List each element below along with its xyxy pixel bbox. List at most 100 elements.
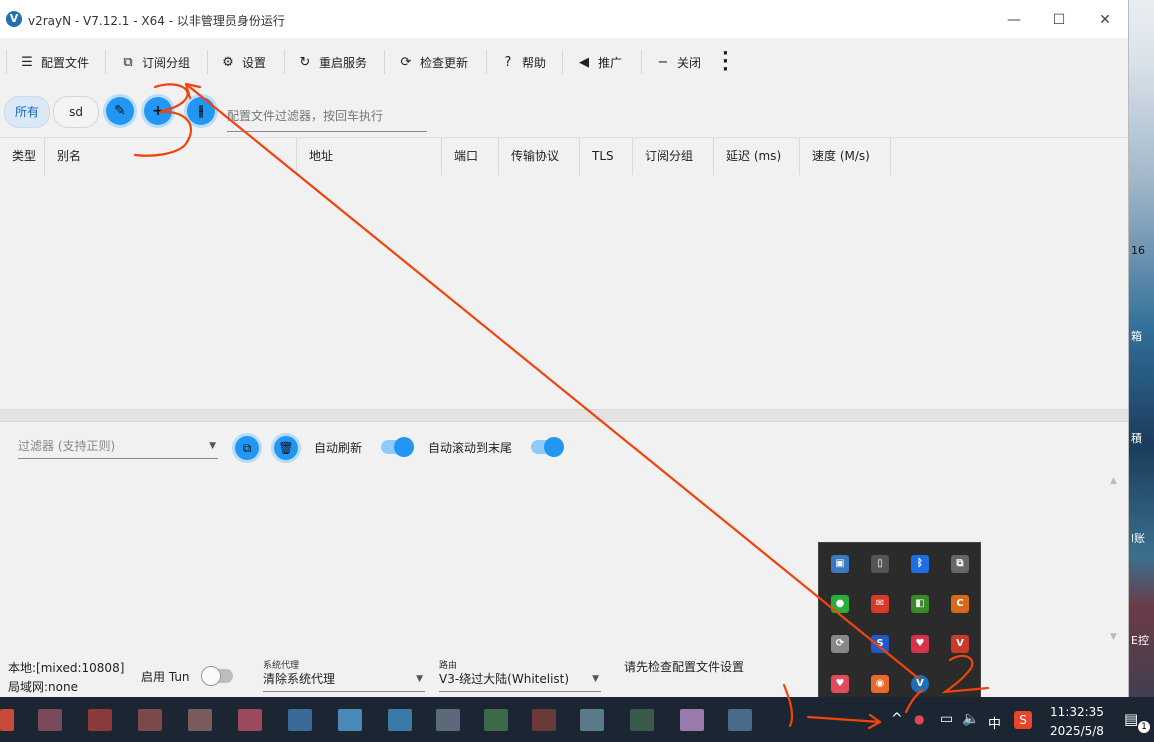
promote-label: 推广 [598, 55, 623, 70]
col-port[interactable]: 端口 [442, 138, 499, 175]
scroll-down-icon[interactable]: ▼ [1110, 632, 1117, 642]
ccb-icon[interactable]: C [951, 595, 969, 613]
taskbar-app[interactable] [728, 709, 752, 731]
s-app-icon[interactable]: S [871, 635, 889, 653]
taskbar-app[interactable] [680, 709, 704, 731]
network-monitor-icon[interactable]: ▣ [831, 555, 849, 573]
chip-sd[interactable]: sd [53, 96, 99, 128]
status-message: 请先检查配置文件设置 [624, 660, 745, 674]
ime-indicator[interactable]: 中 [988, 713, 1001, 732]
restart-icon: ↻ [299, 54, 311, 70]
toolbar-grip [6, 50, 7, 74]
speaker-icon: ◀ [579, 54, 589, 70]
gear-icon: ⚙ [222, 54, 234, 70]
taskbar-app[interactable] [238, 709, 262, 731]
v2rayn-logo-icon: V [6, 11, 22, 27]
tun-label: 启用 Tun [141, 670, 190, 684]
scroll-up-icon[interactable]: ▲ [1110, 476, 1117, 486]
taskbar-app[interactable] [436, 709, 460, 731]
sub-groups-button[interactable]: ⧉ 订阅分组 [121, 50, 190, 74]
v2rayn-tray-icon[interactable]: V [911, 675, 929, 693]
volume-icon[interactable]: 🔈 [962, 711, 979, 727]
orange-app-icon[interactable]: ◉ [871, 675, 889, 693]
maximize-button[interactable]: ☐ [1039, 8, 1079, 32]
log-filter-combo[interactable]: 过滤器 (支持正则) ▼ [18, 434, 218, 459]
sync-icon[interactable]: ⟳ [831, 635, 849, 653]
settings-label: 设置 [242, 55, 267, 70]
taskbar-app[interactable] [388, 709, 412, 731]
check-update-button[interactable]: ⟳ 检查更新 [399, 50, 468, 74]
taskbar-app[interactable] [138, 709, 162, 731]
taskbar-app[interactable] [580, 709, 604, 731]
close-button[interactable]: ✕ [1085, 8, 1125, 32]
toolbar-separator [562, 50, 563, 74]
usb-drive-icon[interactable]: ▯ [871, 555, 889, 573]
col-sub-group[interactable]: 订阅分组 [633, 138, 714, 175]
network-icon[interactable]: ▭ [940, 711, 953, 727]
clock-date[interactable]: 2025/5/8 [1048, 724, 1106, 738]
profile-filter-input[interactable] [227, 101, 427, 132]
lan-text: 局域网:none [8, 680, 78, 694]
chevron-up-icon[interactable]: ^ [891, 711, 903, 727]
copy-log-button[interactable]: ⧉ [235, 436, 259, 460]
sys-proxy-combo[interactable]: 清除系统代理 ▼ [263, 667, 425, 692]
taskbar-app[interactable] [38, 709, 62, 731]
close-app-button[interactable]: − 关闭 [656, 50, 701, 74]
col-alias[interactable]: 别名 [45, 138, 297, 175]
col-delay[interactable]: 延迟 (ms) [714, 138, 800, 175]
title-bar[interactable]: V v2rayN - V7.12.1 - X64 - 以非管理员身份运行 — ☐… [0, 0, 1128, 38]
settings-button[interactable]: ⚙ 设置 [221, 50, 266, 74]
main-toolbar: ☰ 配置文件 ⧉ 订阅分组 ⚙ 设置 ↻ 重启服务 ⟳ 检查更新 ? 帮助 ◀ … [0, 38, 1128, 86]
more-options-icon[interactable]: · · · [722, 45, 730, 79]
taskbar-app[interactable] [288, 709, 312, 731]
profile-grid-body[interactable] [0, 175, 1128, 409]
tun-toggle[interactable] [201, 666, 233, 686]
health-app-icon[interactable]: ♥ [831, 675, 849, 693]
col-network[interactable]: 传输协议 [499, 138, 580, 175]
add-sub-button[interactable]: + [144, 97, 172, 125]
minus-icon: − [657, 54, 669, 70]
copy-window-icon[interactable]: ⧉ [951, 555, 969, 573]
routing-combo[interactable]: V3-绕过大陆(Whitelist) ▼ [439, 667, 601, 692]
copy-icon: ⧉ [242, 441, 252, 455]
taskbar-app[interactable] [338, 709, 362, 731]
chip-all[interactable]: 所有 [4, 96, 50, 128]
toolbar-separator [105, 50, 106, 74]
taskbar-app[interactable] [88, 709, 112, 731]
clear-log-button[interactable]: 🗑 [274, 436, 298, 460]
toolbar-separator [641, 50, 642, 74]
mail-app-icon[interactable]: ✉ [871, 595, 889, 613]
desktop-label: 箱 [1131, 330, 1142, 343]
desktop-label: l账 [1131, 532, 1146, 545]
v-app-icon[interactable]: V [951, 635, 969, 653]
taskbar-app[interactable] [532, 709, 556, 731]
help-button[interactable]: ? 帮助 [501, 50, 546, 74]
auto-scroll-toggle[interactable] [531, 437, 564, 457]
tray-app-icon[interactable]: ● [914, 712, 924, 726]
minimize-button[interactable]: — [994, 8, 1034, 32]
taskbar-app[interactable] [188, 709, 212, 731]
col-address[interactable]: 地址 [297, 138, 442, 175]
restart-service-button[interactable]: ↻ 重启服务 [298, 50, 367, 74]
tray-overflow-popup: ▣ ▯ ᛒ ⧉ ● ✉ ◧ C ⟳ S ♥ V ♥ ◉ V [818, 542, 981, 704]
col-type[interactable]: 类型 [0, 138, 45, 175]
profiles-button[interactable]: ☰ 配置文件 [20, 50, 89, 74]
col-tls[interactable]: TLS [580, 138, 633, 175]
auto-refresh-toggle[interactable] [381, 437, 414, 457]
clock-time[interactable]: 11:32:35 [1048, 705, 1106, 719]
heart-app-icon[interactable]: ♥ [911, 635, 929, 653]
promote-button[interactable]: ◀ 推广 [577, 50, 622, 74]
taskbar-app[interactable] [484, 709, 508, 731]
notification-center-icon[interactable]: ▤ [1124, 710, 1138, 728]
edit-sub-button[interactable]: ✎ [106, 97, 134, 125]
sogou-ime-icon[interactable]: S [1014, 711, 1032, 729]
bluetooth-icon[interactable]: ᛒ [911, 555, 929, 573]
col-speed[interactable]: 速度 (M/s) [800, 138, 891, 175]
window-title: v2rayN - V7.12.1 - X64 - 以非管理员身份运行 [28, 14, 285, 28]
toolbar-separator [384, 50, 385, 74]
wechat-icon[interactable]: ● [831, 595, 849, 613]
sort-sub-button[interactable]: ⫲ [187, 97, 215, 125]
taskbar-app[interactable] [630, 709, 654, 731]
nvidia-icon[interactable]: ◧ [911, 595, 929, 613]
taskbar-app[interactable] [0, 709, 14, 731]
